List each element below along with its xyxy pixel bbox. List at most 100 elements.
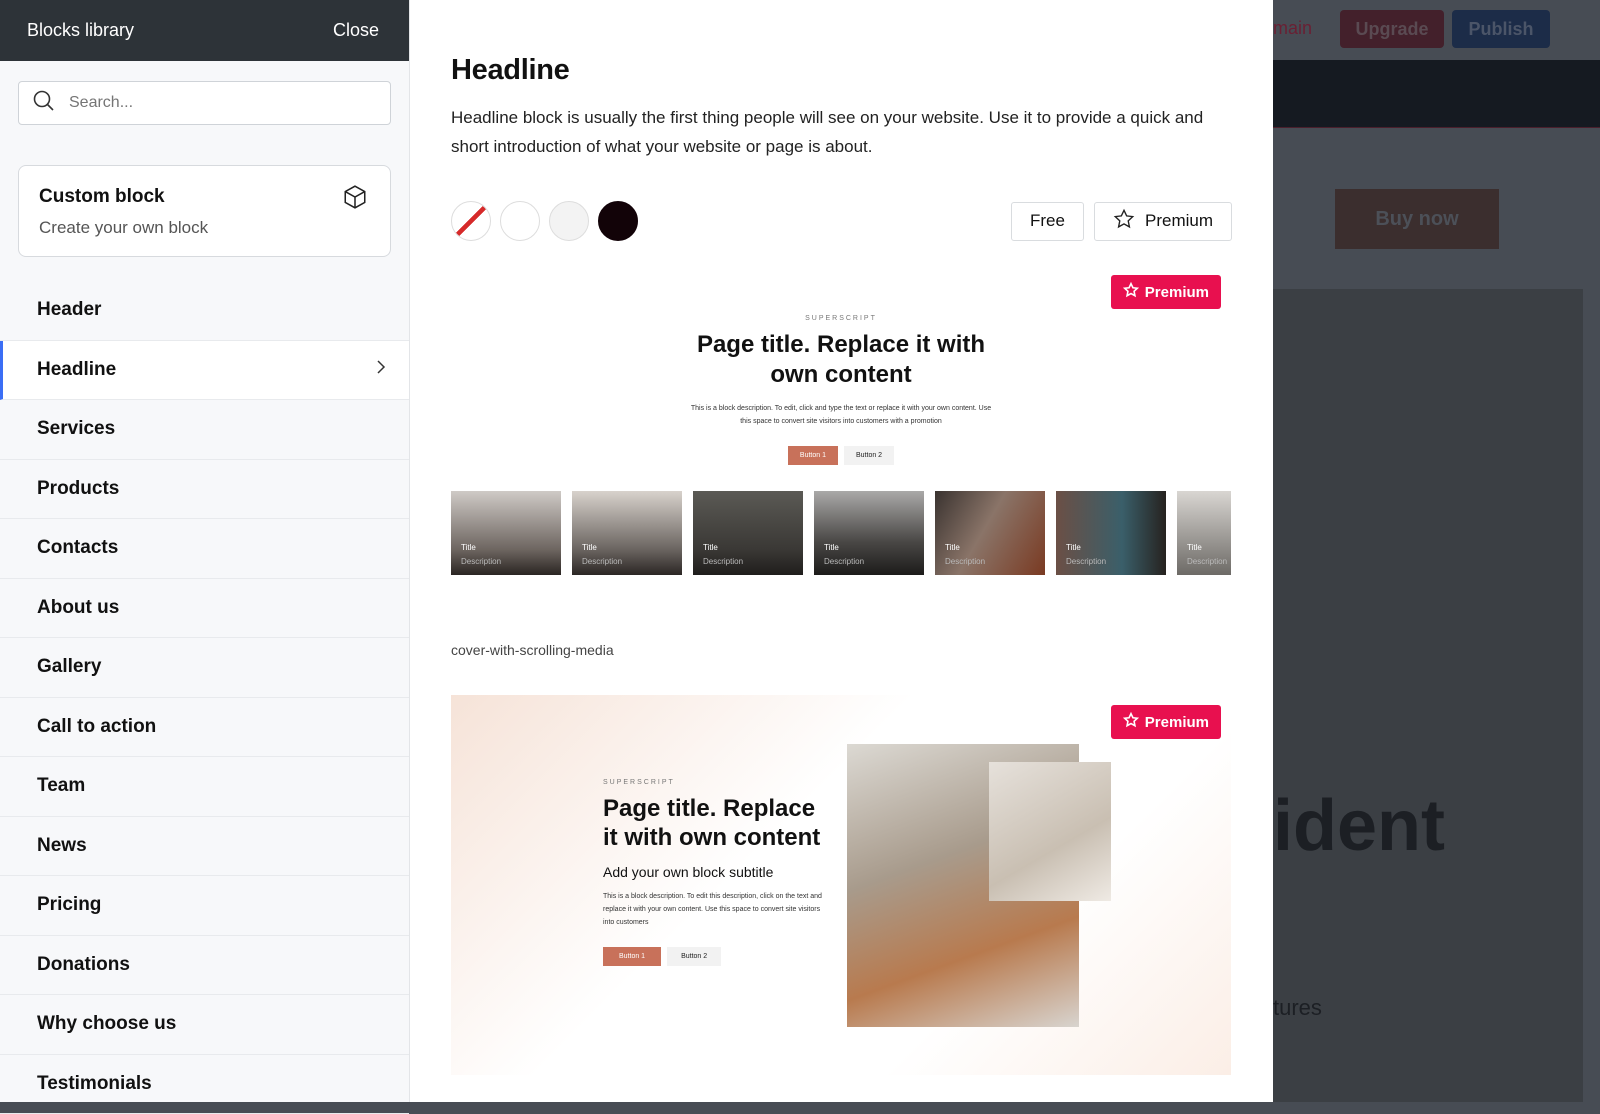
image-area xyxy=(1273,289,1583,1102)
block-preview-2[interactable]: SUPERSCRIPT Page title. Replace it with … xyxy=(451,695,1231,1075)
premium-filter-button[interactable]: Premium xyxy=(1094,202,1232,241)
block-description: Headline block is usually the first thin… xyxy=(451,103,1241,161)
premium-label: Premium xyxy=(1145,211,1213,231)
book-image xyxy=(989,762,1111,901)
preview-title: Page title. Replace it with own content xyxy=(603,794,823,852)
swatch-black[interactable] xyxy=(598,201,638,241)
thumb-desc: Description xyxy=(582,557,622,566)
block-category-list: Header Headline Services Products Contac… xyxy=(0,281,409,1114)
buy-now-button: Buy now xyxy=(1335,189,1499,249)
sidebar-item-services[interactable]: Services xyxy=(0,400,409,460)
swatch-white[interactable] xyxy=(500,201,540,241)
sidebar-item-donations[interactable]: Donations xyxy=(0,936,409,996)
sidebar-item-team[interactable]: Team xyxy=(0,757,409,817)
free-filter-button[interactable]: Free xyxy=(1011,202,1084,241)
preview-title: Page title. Replace it with own content xyxy=(691,330,991,390)
item-label: News xyxy=(37,835,87,857)
publish-button: Publish xyxy=(1452,10,1550,48)
blocks-library-sidebar: Blocks library Close Custom block Create… xyxy=(0,0,410,1102)
item-label: Why choose us xyxy=(37,1013,176,1035)
block-name-label: cover-with-scrolling-media xyxy=(451,642,614,658)
custom-block-title: Custom block xyxy=(39,186,370,208)
preview-text: SUPERSCRIPT Page title. Replace it with … xyxy=(603,779,823,966)
preview-subtitle: Add your own block subtitle xyxy=(603,864,823,880)
page-title: Headline xyxy=(451,54,1232,87)
thumb-title: Title xyxy=(582,543,597,552)
item-label: Pricing xyxy=(37,894,101,916)
thumbnail: Title Description xyxy=(814,491,924,575)
preview-button-2: Button 2 xyxy=(667,947,721,966)
thumb-desc: Description xyxy=(945,557,985,566)
item-label: Team xyxy=(37,775,85,797)
sidebar-item-products[interactable]: Products xyxy=(0,460,409,520)
thumbnail: Title Description xyxy=(1056,491,1166,575)
item-label: Services xyxy=(37,418,115,440)
sidebar-item-gallery[interactable]: Gallery xyxy=(0,638,409,698)
thumb-desc: Description xyxy=(703,557,743,566)
search-icon xyxy=(33,90,55,117)
thumb-title: Title xyxy=(824,543,839,552)
sidebar-item-testimonials[interactable]: Testimonials xyxy=(0,1055,409,1114)
sidebar-item-why-choose-us[interactable]: Why choose us xyxy=(0,995,409,1055)
preview-superscript: SUPERSCRIPT xyxy=(451,315,1231,322)
sidebar-header: Blocks library Close xyxy=(0,0,409,61)
thumbnail-strip: Title Description Title Description Title D… xyxy=(451,491,1231,575)
star-icon xyxy=(1113,208,1135,235)
search-box[interactable] xyxy=(18,81,391,125)
badge-label: Premium xyxy=(1145,714,1209,731)
thumb-title: Title xyxy=(703,543,718,552)
upgrade-button: Upgrade xyxy=(1340,10,1444,48)
thumbnail: Title Description xyxy=(935,491,1045,575)
dimmed-editor-background: main Upgrade Publish Buy now ident tures xyxy=(1273,0,1600,1102)
preview-controls: Free Premium xyxy=(451,201,1232,241)
hero-fragment: ident xyxy=(1273,785,1445,867)
block-preview-panel: Headline Headline block is usually the f… xyxy=(410,0,1273,1102)
free-label: Free xyxy=(1030,211,1065,231)
preview-superscript: SUPERSCRIPT xyxy=(603,779,823,786)
item-label: Contacts xyxy=(37,537,118,559)
cube-icon xyxy=(342,184,368,215)
sidebar-item-contacts[interactable]: Contacts xyxy=(0,519,409,579)
block-preview-cover-with-scrolling-media[interactable]: SUPERSCRIPT Page title. Replace it with … xyxy=(451,275,1231,580)
preview-description: This is a block description. To edit thi… xyxy=(603,890,823,929)
close-button[interactable]: Close xyxy=(333,20,379,41)
item-label: About us xyxy=(37,597,119,619)
preview-button-1: Button 1 xyxy=(788,446,838,465)
sidebar-item-headline[interactable]: Headline xyxy=(0,341,409,401)
sidebar-item-call-to-action[interactable]: Call to action xyxy=(0,698,409,758)
item-label: Donations xyxy=(37,954,130,976)
item-label: Call to action xyxy=(37,716,156,738)
thumb-title: Title xyxy=(945,543,960,552)
preview-button-1: Button 1 xyxy=(603,947,661,966)
sidebar-item-news[interactable]: News xyxy=(0,817,409,877)
preview-description: This is a block description. To edit, cl… xyxy=(686,402,996,428)
item-label: Header xyxy=(37,299,101,321)
premium-badge: Premium xyxy=(1111,705,1221,739)
thumb-desc: Description xyxy=(1187,557,1227,566)
features-fragment: tures xyxy=(1273,995,1322,1021)
custom-block-card[interactable]: Custom block Create your own block xyxy=(18,165,391,257)
domain-link: main xyxy=(1273,18,1312,39)
item-label: Products xyxy=(37,478,119,500)
thumb-desc: Description xyxy=(824,557,864,566)
item-label: Headline xyxy=(37,359,116,381)
star-icon xyxy=(1123,712,1139,732)
thumbnail: Title Description xyxy=(693,491,803,575)
preview-button-2: Button 2 xyxy=(844,446,894,465)
dark-band xyxy=(1273,60,1600,128)
thumbnail: Title Description xyxy=(451,491,561,575)
sidebar-item-header[interactable]: Header xyxy=(0,281,409,341)
search-input[interactable] xyxy=(69,94,369,112)
thumb-desc: Description xyxy=(461,557,501,566)
item-label: Testimonials xyxy=(37,1073,152,1095)
chevron-right-icon xyxy=(375,359,387,381)
thumb-desc: Description xyxy=(1066,557,1106,566)
thumbnail: Title Description xyxy=(572,491,682,575)
sidebar-item-about-us[interactable]: About us xyxy=(0,579,409,639)
sidebar-item-pricing[interactable]: Pricing xyxy=(0,876,409,936)
swatch-light-gray[interactable] xyxy=(549,201,589,241)
thumbnail: TitleDescription xyxy=(1177,491,1231,575)
thumb-title: Title xyxy=(461,543,476,552)
thumb-title: Title xyxy=(1066,543,1081,552)
swatch-none[interactable] xyxy=(451,201,491,241)
